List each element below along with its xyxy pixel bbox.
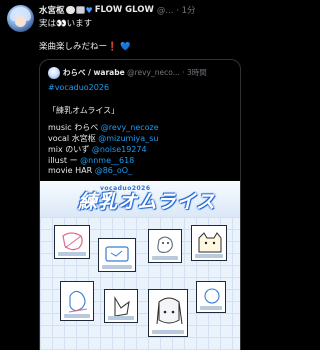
artwork-panel [54,225,90,259]
credit-music: music わらべ @revy_necoze [48,123,159,132]
blue-heart-emoji: ♥ [85,5,93,15]
artwork-panel [104,289,138,323]
eyes-emoji: 👀 [56,19,67,29]
mention-link[interactable]: @nnme__618 [80,156,134,165]
author-name[interactable]: 水宮枢 [39,4,65,16]
tweet-meta: @... · 1分 [156,6,196,16]
mention-link[interactable]: @86_oO_ [95,166,132,175]
tweet-header: 水宮枢 ♥ FLOW GLOW @... · 1分 [39,4,245,16]
attached-artwork[interactable]: vocaduo2026 練乳オムライス [40,181,240,350]
artwork-panel [148,229,182,263]
tv-emoji [75,6,85,14]
quoted-author-name[interactable]: わらべ / warabe [63,68,125,77]
tweet-text-line-2: 楽曲楽しみだねー❗️ 💙 [39,42,131,52]
credit-movie: movie HAR @86_oO_ [48,166,133,175]
speech-bubble-emoji [65,6,75,14]
author-name-suffix[interactable]: FLOW GLOW [95,5,154,15]
hashtag-link[interactable]: #vocaduo2026 [48,83,109,92]
artwork-panel [148,289,188,337]
quoted-tweet-meta: @revy_neco... · 3時間 [127,68,207,77]
tweet[interactable]: 水宮枢 ♥ FLOW GLOW @... · 1分 実は👀います 楽曲楽しみだね… [0,0,247,350]
blue-heart-emoji: 💙 [120,42,131,52]
credit-vocal: vocal 水宮枢 @mizumiya_su [48,134,159,143]
credit-illust: illust ー @nnme__618 [48,156,135,165]
artwork-panel [60,281,94,321]
mention-link[interactable]: @mizumiya_su [98,134,158,143]
song-title: 「練乳オムライス」 [48,106,120,115]
mention-link[interactable]: @noise19274 [92,145,147,154]
quoted-author-avatar[interactable] [48,67,60,79]
artwork-panel [196,281,226,313]
artwork-panel [98,238,136,272]
author-avatar[interactable] [7,5,34,32]
quoted-tweet-header: わらべ / warabe @revy_neco... · 3時間 [63,67,239,78]
tweet-text-line-1: 実は👀います [39,19,93,29]
mention-link[interactable]: @revy_necoze [101,123,159,132]
artwork-panel [191,225,227,261]
quoted-tweet[interactable]: わらべ / warabe @revy_neco... · 3時間 #vocadu… [39,59,241,350]
credit-mix: mix のいず @noise19274 [48,145,147,154]
artwork-logo: 練乳オムライス [78,191,216,213]
